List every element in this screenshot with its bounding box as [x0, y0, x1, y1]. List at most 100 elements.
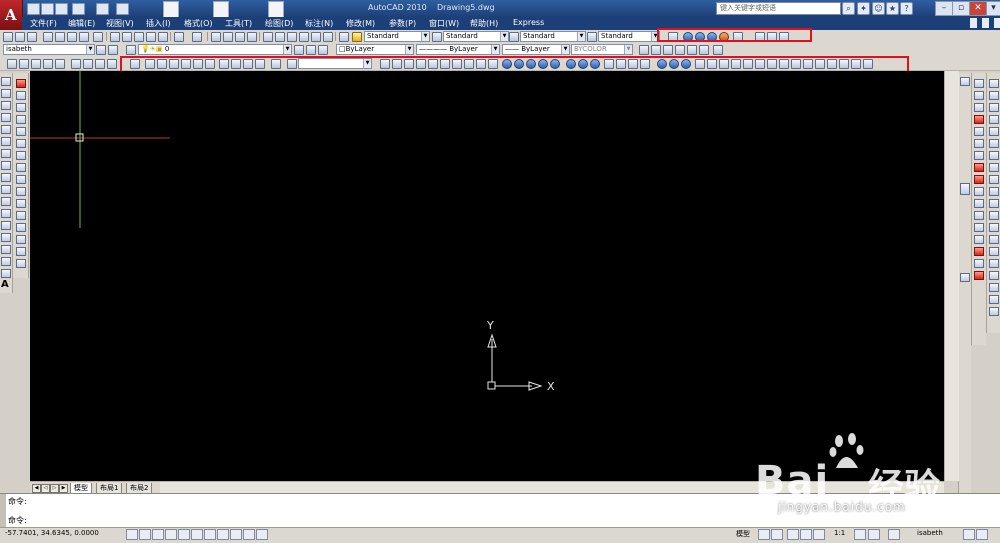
- new-icon[interactable]: [27, 3, 40, 15]
- dim-style-select[interactable]: Standard ▼: [443, 31, 509, 42]
- ucs-object-icon[interactable]: [687, 45, 697, 55]
- command-prompt[interactable]: 命令:: [8, 515, 27, 526]
- layer-previous-icon[interactable]: [306, 45, 316, 55]
- quick-view-layouts-icon[interactable]: [758, 529, 770, 540]
- toolbar-icon[interactable]: [960, 273, 970, 282]
- zoom-out-icon[interactable]: [83, 59, 93, 69]
- zoom-extents-icon[interactable]: [107, 59, 117, 69]
- chamfer-icon[interactable]: [16, 235, 26, 244]
- help-dropdown-icon[interactable]: ▾: [986, 1, 1000, 16]
- move-icon[interactable]: [16, 139, 26, 148]
- doc-restore-icon[interactable]: [982, 18, 989, 28]
- clean-screen-icon[interactable]: [976, 529, 988, 540]
- dim-space-icon[interactable]: [989, 211, 999, 220]
- inspection-icon[interactable]: [989, 259, 999, 268]
- temp-track-icon[interactable]: [974, 79, 984, 88]
- annotation-scale[interactable]: 1:1: [834, 529, 845, 537]
- snap-none-icon[interactable]: [974, 259, 984, 268]
- doc-minimize-icon[interactable]: [970, 18, 977, 28]
- erase-icon[interactable]: [16, 79, 26, 88]
- grid-display-icon[interactable]: [139, 529, 151, 540]
- steering-wheel-icon[interactable]: [813, 529, 825, 540]
- line-icon[interactable]: [1, 77, 11, 86]
- open-icon[interactable]: [41, 3, 54, 15]
- dynamic-input-icon[interactable]: [230, 529, 242, 540]
- copy-object-icon[interactable]: [16, 91, 26, 100]
- snap-node-icon[interactable]: [974, 235, 984, 244]
- coordinate-readout[interactable]: -57.7401, 34.6345, 0.0000: [5, 529, 99, 537]
- insert-block-icon[interactable]: [1, 209, 11, 218]
- command-window-grip[interactable]: [0, 494, 6, 527]
- ducs-icon[interactable]: [217, 529, 229, 540]
- layer-select[interactable]: 💡☀▣ 0 ▼: [138, 44, 292, 55]
- make-current-icon[interactable]: [294, 45, 304, 55]
- snap-perpendicular-icon[interactable]: [974, 199, 984, 208]
- save-icon[interactable]: [55, 3, 68, 15]
- plot-style-select[interactable]: BYCOLOR ▼: [571, 44, 633, 55]
- annotation-visibility-icon[interactable]: [854, 529, 866, 540]
- redo-icon[interactable]: [192, 32, 202, 42]
- zoom-previous-icon[interactable]: [247, 32, 257, 42]
- next-tab-icon[interactable]: ▷: [50, 484, 59, 493]
- polyline-icon[interactable]: [1, 101, 11, 110]
- otrack-icon[interactable]: [204, 529, 216, 540]
- vertical-scrollbar[interactable]: [944, 71, 959, 481]
- model-space-label[interactable]: 模型: [736, 529, 750, 539]
- color-select[interactable]: □ByLayer ▼: [336, 44, 414, 55]
- make-block-icon[interactable]: [1, 221, 11, 230]
- center-mark-icon[interactable]: [989, 247, 999, 256]
- menu-draw[interactable]: 绘图(D): [265, 18, 293, 29]
- plot-icon[interactable]: [116, 3, 129, 15]
- snap-quadrant-icon[interactable]: [974, 175, 984, 184]
- save-icon[interactable]: [27, 32, 37, 42]
- snap-extension-icon[interactable]: [974, 151, 984, 160]
- favorites-icon[interactable]: ★: [886, 2, 899, 15]
- menu-insert[interactable]: 插入(I): [146, 18, 171, 29]
- drawing-area[interactable]: Y X: [30, 71, 958, 481]
- menu-express[interactable]: Express: [513, 18, 544, 27]
- dim-update-icon[interactable]: [989, 307, 999, 316]
- menu-parametric[interactable]: 参数(P): [389, 18, 416, 29]
- region-icon[interactable]: [1, 269, 11, 278]
- menu-tools[interactable]: 工具(T): [225, 18, 252, 29]
- snap-parallel-icon[interactable]: [974, 211, 984, 220]
- spline-icon[interactable]: [1, 173, 11, 182]
- aligned-dim-icon[interactable]: [989, 91, 999, 100]
- radius-dim-icon[interactable]: [989, 127, 999, 136]
- ellipse-icon[interactable]: [1, 185, 11, 194]
- communication-icon[interactable]: ☺: [872, 2, 885, 15]
- quick-properties-icon[interactable]: [256, 529, 268, 540]
- object-snap-icon[interactable]: [178, 529, 190, 540]
- jogged-linear-icon[interactable]: [989, 271, 999, 280]
- design-center-icon[interactable]: [275, 32, 285, 42]
- layer-properties-icon[interactable]: [126, 45, 136, 55]
- markup-icon[interactable]: [311, 32, 321, 42]
- publish-icon[interactable]: [67, 32, 77, 42]
- break-icon[interactable]: [16, 211, 26, 220]
- zoom-realtime-icon[interactable]: [7, 59, 17, 69]
- explode-icon[interactable]: [16, 259, 26, 268]
- arc-icon[interactable]: [1, 137, 11, 146]
- tool-palettes-icon[interactable]: [287, 32, 297, 42]
- snap-nearest-icon[interactable]: [974, 247, 984, 256]
- hatch-icon[interactable]: [1, 245, 11, 254]
- restore-icon[interactable]: ▫: [952, 1, 970, 16]
- menu-edit[interactable]: 编辑(E): [68, 18, 95, 29]
- ucs-view-icon[interactable]: [699, 45, 709, 55]
- snap-mode-icon[interactable]: [126, 529, 138, 540]
- stretch-icon[interactable]: [16, 175, 26, 184]
- undo-icon[interactable]: [72, 3, 85, 15]
- workspace-switch-icon[interactable]: [888, 529, 900, 540]
- gradient-icon[interactable]: [1, 257, 11, 266]
- menu-help[interactable]: 帮助(H): [470, 18, 498, 29]
- toolbar-icon[interactable]: [960, 77, 970, 86]
- table-style-select[interactable]: Standard ▼: [520, 31, 586, 42]
- zoom-dynamic-icon[interactable]: [31, 59, 41, 69]
- offset-icon[interactable]: [16, 115, 26, 124]
- cut-icon[interactable]: [110, 32, 120, 42]
- polygon-icon[interactable]: [1, 113, 11, 122]
- zoom-realtime-icon[interactable]: [223, 32, 233, 42]
- copy-icon[interactable]: [122, 32, 132, 42]
- scale-icon[interactable]: [16, 163, 26, 172]
- search-input[interactable]: 键入关键字或短语: [716, 2, 841, 15]
